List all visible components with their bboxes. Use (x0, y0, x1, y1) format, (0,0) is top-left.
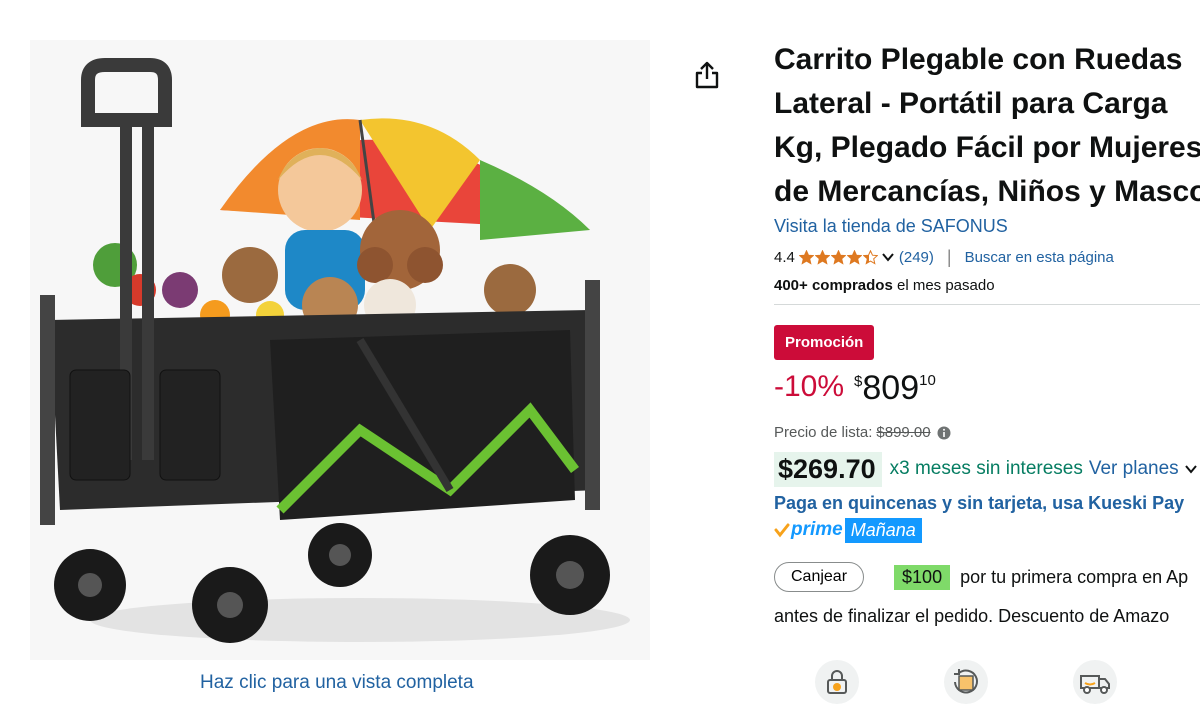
store-link[interactable]: Visita la tienda de SAFONUS (774, 216, 1200, 237)
separator: | (946, 246, 952, 267)
coupon-amount: $100 (894, 564, 951, 590)
discount-percent: -10% (774, 370, 845, 403)
coupon-text: por tu primera compra en Ap (960, 566, 1189, 587)
price-fraction: 10 (919, 372, 936, 389)
star-icon (830, 249, 846, 265)
prime-label: prime (791, 519, 843, 540)
star-icon (862, 249, 878, 265)
product-title: Carrito Plegable con Ruedas Lateral - Po… (774, 43, 1200, 208)
currency-symbol: $ (854, 373, 863, 390)
star-rating[interactable] (798, 249, 879, 265)
delivery-truck-icon[interactable] (1073, 660, 1117, 704)
list-price-value: $899.00 (876, 424, 931, 441)
prime-check-icon (774, 523, 790, 538)
info-icon[interactable] (937, 426, 951, 440)
kueski-pay-link[interactable]: Paga en quincenas y sin tarjeta, usa Kue… (774, 493, 1200, 514)
bought-rest: el mes pasado (892, 277, 995, 294)
bought-bold: 400+ comprados (774, 277, 893, 294)
rating-value: 4.4 (774, 248, 795, 266)
redeem-button[interactable]: Canjear (774, 562, 865, 592)
image-caption-link[interactable]: Haz clic para una vista completa (200, 672, 474, 694)
star-icon (798, 249, 814, 265)
coupon-row: Canjear $100 por tu primera compra en Ap (774, 562, 1200, 592)
chevron-down-icon[interactable] (1184, 462, 1198, 476)
product-image[interactable] (30, 40, 650, 660)
promo-badge: Promoción (774, 325, 875, 360)
bought-count: 400+ comprados el mes pasado (774, 277, 1200, 294)
star-icon (846, 249, 862, 265)
search-page-link[interactable]: Buscar en esta página (965, 249, 1114, 266)
checkout-text: antes de finalizar el pedido. Descuento … (774, 606, 1170, 626)
price-whole: 809 (862, 369, 920, 407)
installment-text: x3 meses sin intereses (889, 458, 1083, 479)
view-plans-link[interactable]: Ver planes (1089, 458, 1179, 480)
list-price-label: Precio de lista: (774, 424, 873, 441)
wagon-illustration (30, 40, 650, 660)
prime-delivery: prime Mañana (774, 516, 1200, 544)
installments-row: $269.70 x3 meses sin intereses Ver plane… (774, 449, 1200, 489)
installment-price: $269.70 (774, 451, 882, 487)
star-icon (814, 249, 830, 265)
prime-logo: prime (774, 519, 843, 541)
divider (774, 304, 1200, 305)
review-count-link[interactable]: (249) (899, 249, 934, 266)
rating-row: 4.4 (249) | Buscar en esta página (774, 246, 1200, 268)
list-price: Precio de lista: $899.00 (774, 424, 1200, 441)
delivery-day-badge: Mañana (844, 517, 922, 543)
product-details: Carrito Plegable con Ruedas Lateral - Po… (774, 38, 1200, 627)
chevron-down-icon[interactable] (881, 250, 895, 264)
payment-security-icon[interactable] (815, 660, 859, 704)
share-icon[interactable] (693, 60, 721, 90)
returns-icon[interactable] (944, 660, 988, 704)
feature-icons (815, 660, 1200, 704)
price: $ 809 10 (854, 370, 936, 406)
price-row: -10% $ 809 10 (774, 370, 1200, 410)
